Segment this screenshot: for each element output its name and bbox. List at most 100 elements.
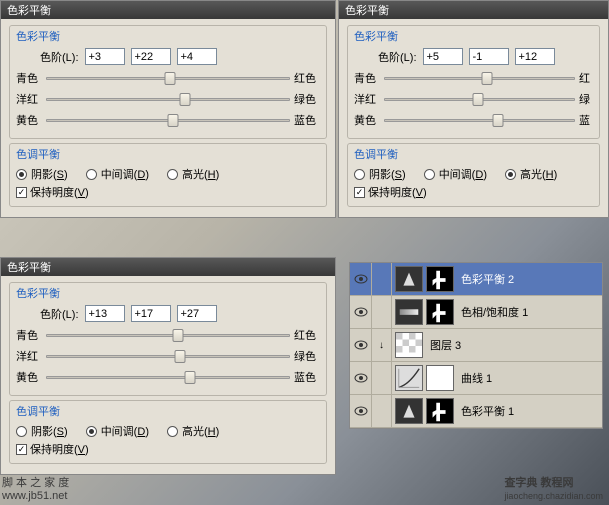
layer-row[interactable]: 色相/饱和度 1 — [350, 296, 602, 329]
radio-label-mid[interactable]: 中间调(D) — [101, 166, 149, 182]
visibility-toggle[interactable] — [350, 296, 372, 328]
mask-thumbnail[interactable] — [426, 299, 454, 325]
level-magenta-green[interactable] — [469, 48, 509, 65]
color-balance-group: 色彩平衡 色阶(L): 青色 红色 洋红 绿色 黄色 蓝色 — [9, 282, 327, 396]
radio-mid[interactable] — [86, 169, 97, 180]
color-label-left: 青色 — [354, 70, 380, 86]
titlebar[interactable]: 色彩平衡 — [339, 1, 608, 19]
radio-label-mid[interactable]: 中间调(D) — [101, 423, 149, 439]
layer-name[interactable]: 色相/饱和度 1 — [461, 304, 528, 320]
tone-balance-group: 色调平衡 阴影(S) 中间调(D) 高光(H) 保持明度(V) — [9, 400, 327, 464]
layer-thumbnail[interactable] — [395, 332, 423, 358]
layer-thumbnail[interactable] — [395, 266, 423, 292]
link-cell[interactable] — [372, 362, 392, 394]
layers-panel[interactable]: 色彩平衡 2 色相/饱和度 1 ↓ 图层 3 曲线 1 — [349, 262, 603, 429]
level-cyan-red[interactable] — [85, 305, 125, 322]
radio-mid[interactable] — [424, 169, 435, 180]
color-label-left: 黄色 — [354, 112, 380, 128]
color-label-right: 蓝 — [579, 112, 593, 128]
preserve-luminosity-check[interactable] — [16, 187, 27, 198]
color-label-right: 蓝色 — [294, 112, 320, 128]
level-yellow-blue[interactable] — [177, 305, 217, 322]
group-title: 色彩平衡 — [16, 285, 320, 301]
balance-slider-2[interactable] — [384, 119, 575, 122]
color-balance-dialog: 色彩平衡 色彩平衡 色阶(L): 青色 红色 洋红 绿色 黄色 — [0, 257, 336, 475]
layer-row[interactable]: 色彩平衡 1 — [350, 395, 602, 428]
radio-shadow[interactable] — [16, 426, 27, 437]
mask-thumbnail[interactable] — [426, 365, 454, 391]
color-label-left: 黄色 — [16, 112, 42, 128]
radio-label-hi[interactable]: 高光(H) — [520, 166, 557, 182]
radio-mid[interactable] — [86, 426, 97, 437]
radio-hi[interactable] — [167, 426, 178, 437]
levels-label: 色阶(L): — [40, 306, 79, 322]
color-label-right: 绿色 — [294, 348, 320, 364]
level-cyan-red[interactable] — [85, 48, 125, 65]
color-label-right: 红色 — [294, 327, 320, 343]
radio-shadow[interactable] — [354, 169, 365, 180]
balance-slider-0[interactable] — [384, 77, 575, 80]
tone-balance-group: 色调平衡 阴影(S) 中间调(D) 高光(H) 保持明度(V) — [347, 143, 600, 207]
group-title: 色彩平衡 — [16, 28, 320, 44]
radio-label-hi[interactable]: 高光(H) — [182, 166, 219, 182]
layer-name[interactable]: 色彩平衡 2 — [461, 271, 514, 287]
level-yellow-blue[interactable] — [515, 48, 555, 65]
radio-label-shadow[interactable]: 阴影(S) — [369, 166, 406, 182]
balance-slider-1[interactable] — [46, 98, 290, 101]
level-magenta-green[interactable] — [131, 48, 171, 65]
link-cell[interactable] — [372, 395, 392, 427]
preserve-luminosity-check[interactable] — [354, 187, 365, 198]
layer-thumbnail[interactable] — [395, 398, 423, 424]
visibility-toggle[interactable] — [350, 329, 372, 361]
color-label-right: 红色 — [294, 70, 320, 86]
preserve-luminosity-label[interactable]: 保持明度(V) — [30, 184, 89, 200]
radio-shadow[interactable] — [16, 169, 27, 180]
radio-hi[interactable] — [505, 169, 516, 180]
radio-label-shadow[interactable]: 阴影(S) — [31, 423, 68, 439]
titlebar[interactable]: 色彩平衡 — [1, 258, 335, 276]
layer-name[interactable]: 曲线 1 — [461, 370, 492, 386]
layer-thumbnail[interactable] — [395, 299, 423, 325]
layer-row[interactable]: 曲线 1 — [350, 362, 602, 395]
link-cell[interactable] — [372, 296, 392, 328]
levels-label: 色阶(L): — [40, 49, 79, 65]
layer-thumbnail[interactable] — [395, 365, 423, 391]
radio-label-hi[interactable]: 高光(H) — [182, 423, 219, 439]
color-label-right: 蓝色 — [294, 369, 320, 385]
color-balance-group: 色彩平衡 色阶(L): 青色 红色 洋红 绿色 黄色 蓝色 — [9, 25, 327, 139]
layer-name[interactable]: 图层 3 — [430, 337, 461, 353]
visibility-toggle[interactable] — [350, 263, 372, 295]
visibility-toggle[interactable] — [350, 395, 372, 427]
titlebar[interactable]: 色彩平衡 — [1, 1, 335, 19]
color-label-right: 绿 — [579, 91, 593, 107]
level-cyan-red[interactable] — [423, 48, 463, 65]
layer-row[interactable]: 色彩平衡 2 — [350, 263, 602, 296]
link-cell[interactable]: ↓ — [372, 329, 392, 361]
level-magenta-green[interactable] — [131, 305, 171, 322]
layer-row[interactable]: ↓ 图层 3 — [350, 329, 602, 362]
radio-hi[interactable] — [167, 169, 178, 180]
watermark-right: 查字典 教程网jiaocheng.chazidian.com — [504, 474, 603, 502]
link-cell[interactable] — [372, 263, 392, 295]
balance-slider-0[interactable] — [46, 334, 290, 337]
level-yellow-blue[interactable] — [177, 48, 217, 65]
group-title: 色调平衡 — [16, 146, 320, 162]
tone-balance-group: 色调平衡 阴影(S) 中间调(D) 高光(H) 保持明度(V) — [9, 143, 327, 207]
visibility-toggle[interactable] — [350, 362, 372, 394]
color-label-right: 绿色 — [294, 91, 320, 107]
balance-slider-2[interactable] — [46, 376, 290, 379]
preserve-luminosity-label[interactable]: 保持明度(V) — [368, 184, 427, 200]
mask-thumbnail[interactable] — [426, 266, 454, 292]
layer-name[interactable]: 色彩平衡 1 — [461, 403, 514, 419]
preserve-luminosity-check[interactable] — [16, 444, 27, 455]
balance-slider-2[interactable] — [46, 119, 290, 122]
radio-label-shadow[interactable]: 阴影(S) — [31, 166, 68, 182]
levels-label: 色阶(L): — [378, 49, 417, 65]
radio-label-mid[interactable]: 中间调(D) — [439, 166, 487, 182]
balance-slider-1[interactable] — [384, 98, 575, 101]
group-title: 色调平衡 — [354, 146, 593, 162]
preserve-luminosity-label[interactable]: 保持明度(V) — [30, 441, 89, 457]
mask-thumbnail[interactable] — [426, 398, 454, 424]
balance-slider-0[interactable] — [46, 77, 290, 80]
balance-slider-1[interactable] — [46, 355, 290, 358]
